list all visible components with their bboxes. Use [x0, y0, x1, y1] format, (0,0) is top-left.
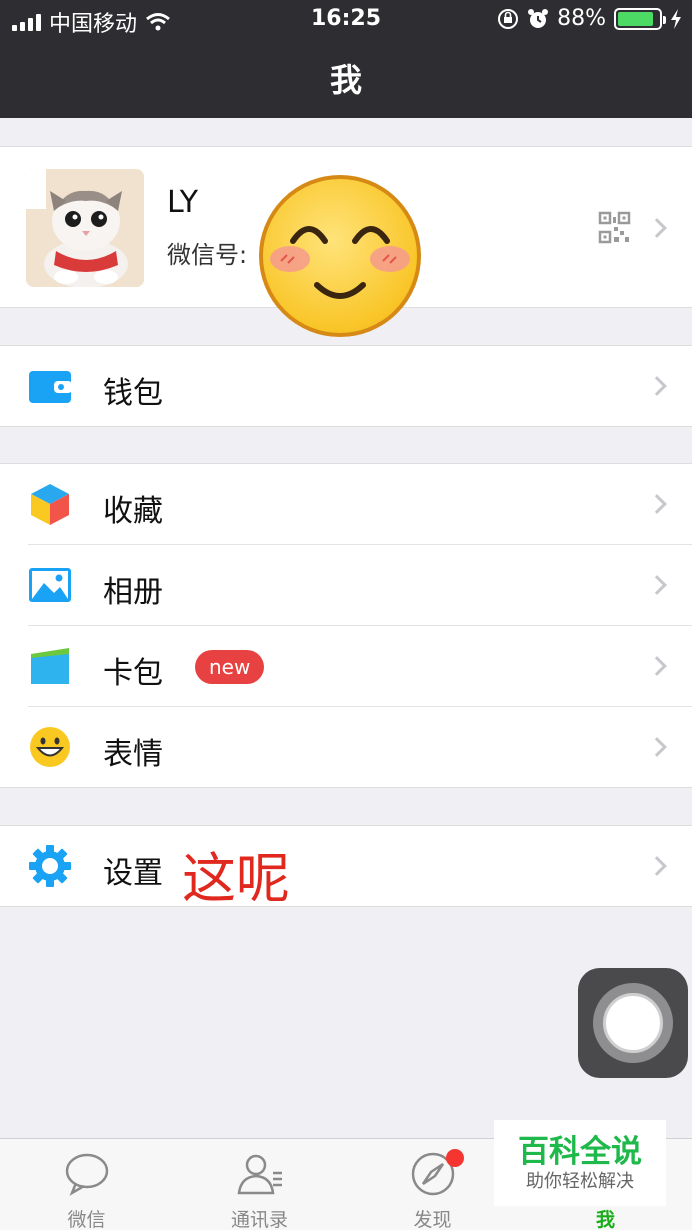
tab-label: 发现 [413, 1209, 452, 1230]
card-package-icon [31, 648, 69, 684]
page-title: 我 [329, 61, 362, 99]
menu-item-label: 钱包 [103, 376, 163, 411]
chat-bubble-icon [65, 1153, 109, 1196]
watermark-subtitle: 助你轻松解决 [526, 1171, 634, 1192]
battery-percent: 88% [557, 6, 606, 31]
menu-item-label: 卡包 [103, 656, 163, 691]
notification-dot [446, 1149, 464, 1167]
orientation-lock-icon [498, 8, 519, 29]
favorites-cube-icon [31, 484, 69, 525]
menu-item-wallet[interactable]: 钱包 [0, 346, 692, 427]
new-badge: new [195, 650, 265, 684]
tab-label: 微信 [67, 1209, 106, 1230]
tab-contacts[interactable]: 通讯录 [173, 1139, 346, 1230]
watermark-title: 百科全说 [518, 1134, 642, 1170]
contacts-icon [237, 1154, 282, 1195]
tab-label: 我 [595, 1209, 615, 1230]
profile-name: LY [167, 185, 199, 220]
profile-chevron-icon [647, 218, 667, 238]
nav-bar: 我 [0, 38, 692, 118]
main-menu-group: 收藏 相册 卡包 new 表情 [0, 463, 692, 788]
menu-item-label: 表情 [103, 737, 163, 772]
assistive-touch-button[interactable] [578, 968, 688, 1078]
wallet-icon [29, 371, 72, 403]
tab-label: 通讯录 [230, 1209, 288, 1230]
chevron-right-icon [647, 494, 667, 514]
status-right: 88% [497, 6, 682, 31]
cat-avatar-image [26, 169, 144, 287]
chevron-right-icon [647, 376, 667, 396]
menu-item-favorites[interactable]: 收藏 [0, 464, 692, 545]
tab-chats[interactable]: 微信 [0, 1139, 173, 1230]
menu-item-label: 收藏 [103, 494, 163, 529]
chevron-right-icon [647, 575, 667, 595]
menu-item-stickers[interactable]: 表情 [0, 707, 692, 788]
battery-icon [614, 7, 666, 30]
assistive-touch-center [603, 993, 663, 1053]
watermark-logo: 百科全说 助你轻松解决 [494, 1120, 666, 1206]
chevron-right-icon [647, 737, 667, 757]
menu-item-card-package[interactable]: 卡包 new [0, 626, 692, 707]
smiley-face-icon [270, 226, 410, 299]
album-picture-icon [29, 568, 71, 602]
menu-item-label: 相册 [103, 575, 163, 610]
menu-item-label: 设置 [103, 856, 163, 891]
alarm-icon [528, 8, 549, 28]
annotation-text: 这呢 [182, 847, 290, 910]
menu-item-settings[interactable]: 设置 这呢 [0, 826, 692, 910]
smiley-sticker-overlay [259, 175, 421, 337]
charging-bolt-icon [671, 8, 681, 29]
wallet-group: 钱包 [0, 345, 692, 427]
status-bar: 中国移动 16:25 88% [0, 0, 692, 38]
settings-group: 设置 这呢 [0, 825, 692, 910]
avatar[interactable] [26, 169, 144, 287]
gear-icon [29, 845, 71, 887]
chevron-right-icon [647, 856, 667, 876]
chevron-right-icon [647, 656, 667, 676]
wechat-id-label: 微信号: [167, 241, 248, 269]
menu-item-album[interactable]: 相册 [0, 545, 692, 626]
qr-code-icon[interactable] [598, 211, 631, 244]
sticker-smiley-icon [30, 727, 70, 767]
